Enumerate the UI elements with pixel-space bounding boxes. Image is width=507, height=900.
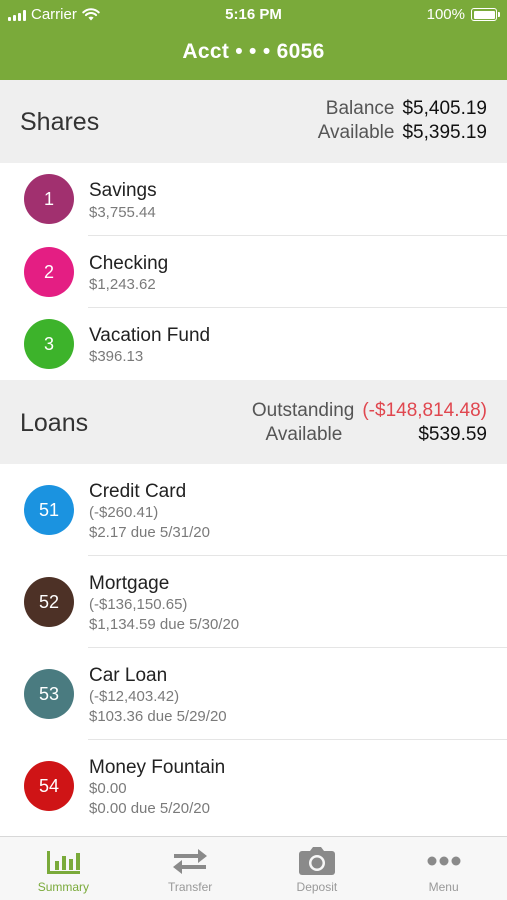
account-amount: $3,755.44 [89,204,156,221]
loan-name: Mortgage [89,573,170,594]
tab-transfer[interactable]: Transfer [127,837,254,900]
loans-available-value: $539.59 [418,424,487,445]
badge-number: 2 [43,261,54,282]
account-name: Savings [89,180,157,201]
share-row-checking[interactable]: 2 Checking $1,243.62 [0,236,507,308]
shares-available-label: Available [317,122,395,143]
badge-number: 53 [38,683,60,704]
loan-row-car-loan[interactable]: 53 Car Loan (-$12,403.42) $103.36 due 5/… [0,648,507,740]
loans-outstanding-value: (-$148,814.48) [362,400,487,421]
loans-outstanding-line: Outstanding (-$148,814.48) [252,400,487,422]
account-name: Vacation Fund [89,325,211,346]
loan-payment-due: $2.17 due 5/31/20 [89,524,210,541]
badge-number: 52 [38,591,60,612]
tab-transfer-label: Transfer [168,880,213,894]
loan-balance: (-$12,403.42) [89,688,180,705]
account-title: Acct • • • 6056 [182,40,325,63]
battery-icon [471,8,500,21]
loans-section-header: Loans Outstanding (-$148,814.48) Availab… [0,380,507,464]
loan-balance: (-$260.41) [89,504,159,521]
status-right: 100% [426,6,500,23]
tab-summary-label: Summary [37,880,90,894]
badge-number: 54 [38,775,60,796]
transfer-arrows-icon [170,845,210,877]
shares-balance-line: Balance $5,405.19 [326,98,487,120]
loans-available-line: Available $539.59 [266,424,487,446]
loan-payment-due: $1,134.59 due 5/30/20 [89,616,240,633]
share-row-savings[interactable]: 1 Savings $3,755.44 [0,163,507,236]
share-row-vacation-fund[interactable]: 3 Vacation Fund $396.13 [0,308,507,380]
badge-number: 51 [38,499,60,520]
battery-percent: 100% [426,6,465,23]
account-number-badge: 1 [24,174,74,224]
shares-title: Shares [20,108,100,136]
loan-name: Money Fountain [89,757,226,778]
more-dots-icon [424,845,464,877]
shares-available-line: Available $5,395.19 [318,122,487,144]
badge-number: 3 [43,333,54,354]
tab-summary[interactable]: Summary [0,837,127,900]
account-number-badge: 51 [24,485,74,535]
account-amount: $396.13 [89,348,144,365]
account-number-badge: 2 [24,247,74,297]
account-name: Checking [89,253,169,274]
tab-menu-label: Menu [428,880,459,894]
tab-bar: Summary Transfer Deposit Menu [0,836,507,900]
loan-name: Car Loan [89,665,168,686]
tab-menu[interactable]: Menu [380,837,507,900]
loan-balance: (-$136,150.65) [89,596,188,613]
shares-balance-value: $5,405.19 [402,98,487,119]
shares-available-value: $5,395.19 [402,122,487,143]
tab-deposit-label: Deposit [296,880,338,894]
app-header: Carrier 5:16 PM 100% Acct • • • 6056 [0,0,507,80]
account-amount: $1,243.62 [89,276,156,293]
account-number-badge: 53 [24,669,74,719]
account-number-badge: 3 [24,319,74,369]
loan-row-mortgage[interactable]: 52 Mortgage (-$136,150.65) $1,134.59 due… [0,556,507,648]
camera-icon [297,845,337,877]
tab-deposit[interactable]: Deposit [254,837,381,900]
loan-row-money-fountain[interactable]: 54 Money Fountain $0.00 $0.00 due 5/20/2… [0,740,507,832]
account-number-badge: 54 [24,761,74,811]
loans-outstanding-label: Outstanding [251,400,355,421]
loan-row-credit-card[interactable]: 51 Credit Card (-$260.41) $2.17 due 5/31… [0,464,507,556]
badge-number: 1 [43,188,54,209]
status-bar: Carrier 5:16 PM 100% [0,0,507,28]
loans-available-label: Available [265,424,343,445]
loans-title: Loans [20,409,89,437]
loan-balance: $0.00 [89,780,127,797]
shares-section-header: Shares Balance $5,405.19 Available $5,39… [0,80,507,163]
shares-balance-label: Balance [325,98,395,119]
account-number-badge: 52 [24,577,74,627]
loan-payment-due: $103.36 due 5/29/20 [89,708,227,725]
bar-chart-icon [43,845,83,877]
loan-name: Credit Card [89,481,187,502]
loan-payment-due: $0.00 due 5/20/20 [89,800,210,817]
